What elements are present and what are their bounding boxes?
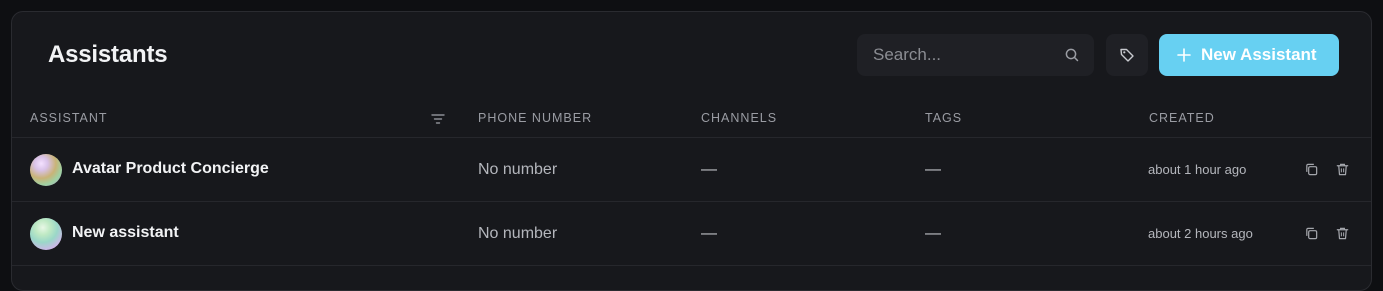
tag-icon: [1120, 48, 1134, 62]
trash-icon[interactable]: [1335, 226, 1350, 241]
channels-cell: —: [701, 225, 717, 242]
created-cell: about 1 hour ago: [1148, 162, 1247, 177]
phone-number-cell: No number: [478, 225, 558, 242]
plus-icon: [1177, 48, 1191, 62]
new-assistant-label: New Assistant: [1201, 45, 1317, 64]
assistant-name[interactable]: New assistant: [72, 224, 179, 242]
page-title: Assistants: [48, 41, 168, 68]
table-row[interactable]: New assistant No number — — about 2 hour…: [12, 202, 1371, 266]
phone-number-cell: No number: [478, 161, 558, 178]
avatar: [30, 218, 62, 250]
tags-cell: —: [925, 161, 941, 178]
channels-cell: —: [701, 161, 717, 178]
copy-icon[interactable]: [1304, 226, 1319, 241]
assistant-name[interactable]: Avatar Product Concierge: [72, 160, 269, 178]
search-input[interactable]: [857, 34, 1057, 76]
column-header-channels: CHANNELS: [701, 111, 778, 125]
column-header-assistant: ASSISTANT: [30, 111, 108, 125]
column-header-tags: TAGS: [925, 111, 963, 125]
search-icon[interactable]: [1064, 47, 1080, 63]
tag-filter-button[interactable]: [1106, 34, 1148, 76]
column-header-phone-number: PHONE NUMBER: [478, 111, 593, 125]
created-cell: about 2 hours ago: [1148, 226, 1253, 241]
new-assistant-button[interactable]: New Assistant: [1159, 34, 1339, 76]
search-box[interactable]: [857, 34, 1094, 76]
copy-icon[interactable]: [1304, 162, 1319, 177]
row-divider: [12, 265, 1371, 266]
tags-cell: —: [925, 225, 941, 242]
assistants-panel: Assistants New Assistant ASSISTANT PHONE…: [11, 11, 1372, 291]
trash-icon[interactable]: [1335, 162, 1350, 177]
filter-icon[interactable]: [430, 111, 446, 127]
table-row[interactable]: Avatar Product Concierge No number — — a…: [12, 138, 1371, 202]
column-header-created: CREATED: [1149, 111, 1215, 125]
avatar: [30, 154, 62, 186]
